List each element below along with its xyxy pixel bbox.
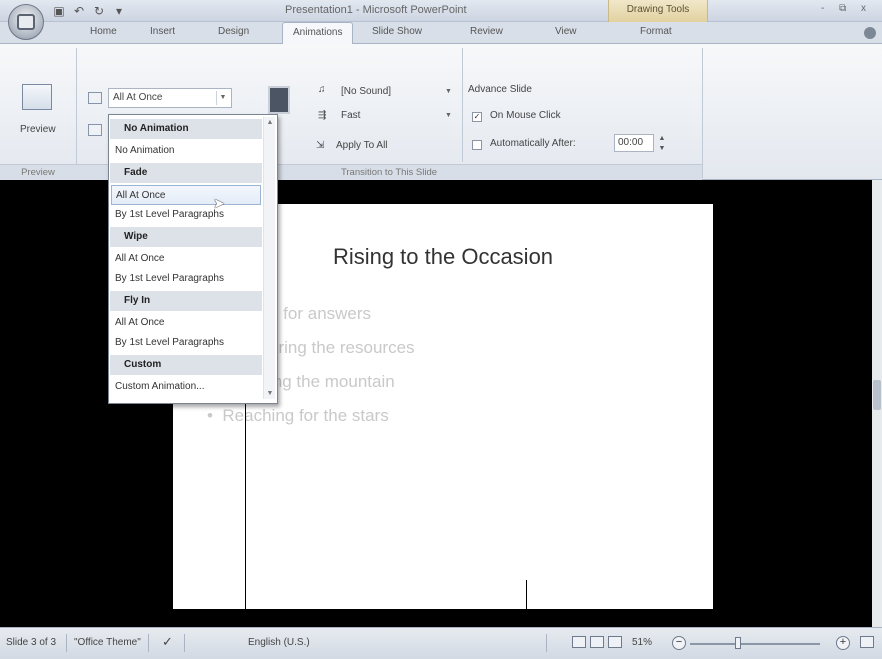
save-icon[interactable]: ▣ <box>52 4 66 18</box>
theme-name: "Office Theme" <box>74 637 141 648</box>
dropdown-option[interactable]: By 1st Level Paragraphs <box>111 333 261 353</box>
sound-icon: ♫ <box>318 84 326 95</box>
scroll-down-icon[interactable]: ▼ <box>264 390 276 397</box>
zoom-slider[interactable] <box>690 643 820 645</box>
zoom-level[interactable]: 51% <box>632 637 652 648</box>
window-title: Presentation1 - Microsoft PowerPoint <box>285 4 467 16</box>
animate-dropdown-list[interactable]: No Animation No Animation Fade All At On… <box>108 114 278 404</box>
speed-combo[interactable]: Fast ▼ <box>336 106 458 126</box>
tab-review[interactable]: Review <box>470 26 503 37</box>
bullet-dot-icon: • <box>207 406 223 425</box>
scroll-up-icon[interactable]: ▲ <box>264 119 276 126</box>
status-divider <box>184 634 185 652</box>
dropdown-option[interactable]: All At Once <box>111 313 261 333</box>
slide-bullet[interactable]: • Reaching for the stars <box>207 406 389 426</box>
tab-format[interactable]: Format <box>640 26 672 37</box>
chevron-down-icon[interactable]: ▼ <box>216 91 229 105</box>
transition-thumbnail-icon[interactable] <box>268 86 290 114</box>
drawing-tools-context-label: Drawing Tools <box>608 0 708 22</box>
zoom-slider-thumb[interactable] <box>735 637 741 649</box>
tab-design[interactable]: Design <box>218 26 249 37</box>
normal-view-icon[interactable] <box>572 636 586 648</box>
language-label[interactable]: English (U.S.) <box>248 637 310 648</box>
scroll-thumb[interactable] <box>873 380 881 410</box>
zoom-in-icon[interactable]: + <box>836 636 850 650</box>
dropdown-header: Fly In <box>110 291 262 311</box>
callout-line <box>245 404 246 659</box>
auto-time-value: 00:00 <box>618 137 644 148</box>
speed-value: Fast <box>341 110 361 121</box>
dropdown-option[interactable]: By 1st Level Paragraphs <box>111 269 261 289</box>
slide-sorter-view-icon[interactable] <box>590 636 604 648</box>
tab-animations[interactable]: Animations <box>282 22 354 44</box>
status-divider <box>148 634 149 652</box>
animate-combo[interactable]: All At Once ▼ <box>108 88 232 108</box>
custom-animation-icon[interactable] <box>88 124 102 136</box>
spellcheck-icon[interactable]: ✓ <box>162 634 173 650</box>
chevron-down-icon[interactable]: ▼ <box>442 109 455 123</box>
slide-bullet[interactable]: ing the mountain <box>269 372 395 392</box>
auto-time-input[interactable]: 00:00 <box>614 134 654 152</box>
redo-icon[interactable]: ↻ <box>92 4 106 18</box>
office-button[interactable] <box>8 4 44 40</box>
sound-combo[interactable]: [No Sound] ▼ <box>336 82 458 102</box>
tab-view[interactable]: View <box>555 26 577 37</box>
dropdown-option[interactable]: All At Once <box>111 185 261 205</box>
undo-icon[interactable]: ↶ <box>72 4 86 18</box>
animate-icon <box>88 92 102 104</box>
tab-insert[interactable]: Insert <box>150 26 175 37</box>
help-icon[interactable] <box>864 27 876 39</box>
dropdown-option[interactable]: All At Once <box>111 249 261 269</box>
slide-show-view-icon[interactable] <box>608 636 622 648</box>
dropdown-option[interactable]: Custom Animation... <box>111 377 261 397</box>
zoom-out-icon[interactable]: − <box>672 636 686 650</box>
dropdown-header: Custom <box>110 355 262 375</box>
tab-slide-show[interactable]: Slide Show <box>372 26 422 37</box>
apply-to-all-button[interactable]: Apply To All <box>336 140 388 151</box>
office-logo-icon <box>17 14 35 30</box>
mouse-cursor-icon: ➤ <box>213 195 225 211</box>
status-divider <box>66 634 67 652</box>
status-divider <box>546 634 547 652</box>
slide-bullet-text: Reaching for the stars <box>222 406 389 425</box>
sound-value: [No Sound] <box>341 86 392 97</box>
on-mouse-click-checkbox[interactable]: ✓ <box>472 112 482 122</box>
vertical-scrollbar[interactable] <box>872 180 882 627</box>
group-divider <box>76 48 77 178</box>
dropdown-option[interactable]: By 1st Level Paragraphs <box>111 205 261 225</box>
group-divider <box>702 48 703 178</box>
slide-bullet[interactable]: ering the resources <box>269 338 415 358</box>
on-mouse-click-label: On Mouse Click <box>490 110 561 121</box>
preview-group-label: Preview <box>0 164 76 180</box>
preview-icon[interactable] <box>22 84 52 110</box>
ribbon-tabs: Home Insert Design Animations Slide Show… <box>0 22 882 44</box>
dropdown-option[interactable]: No Animation <box>111 141 261 161</box>
window-controls[interactable]: - ⧉ x <box>821 3 872 14</box>
apply-to-all-icon: ⇲ <box>316 140 325 151</box>
automatically-after-checkbox[interactable] <box>472 140 482 150</box>
status-bar: Slide 3 of 3 "Office Theme" ✓ English (U… <box>0 627 882 659</box>
slide-bullet[interactable]: h for answers <box>269 304 371 324</box>
advance-slide-label: Advance Slide <box>468 84 532 95</box>
dropdown-header: Fade <box>110 163 262 183</box>
preview-button[interactable]: Preview <box>20 124 56 135</box>
chevron-down-icon[interactable]: ▼ <box>442 85 455 99</box>
qat-dropdown-icon[interactable]: ▾ <box>112 4 126 18</box>
automatically-after-label: Automatically After: <box>490 138 576 149</box>
dropdown-header: Wipe <box>110 227 262 247</box>
group-divider <box>462 48 463 162</box>
fit-to-window-icon[interactable] <box>860 636 874 648</box>
speed-icon: ⇶ <box>318 110 327 121</box>
dropdown-scrollbar[interactable]: ▲ ▼ <box>263 117 275 399</box>
title-bar: ▣ ↶ ↻ ▾ Presentation1 - Microsoft PowerP… <box>0 0 882 22</box>
animate-combo-value: All At Once <box>113 92 163 103</box>
auto-time-spinner[interactable]: ▲ ▼ <box>656 134 668 154</box>
slide-counter: Slide 3 of 3 <box>6 637 57 648</box>
dropdown-header: No Animation <box>110 119 262 139</box>
tab-home[interactable]: Home <box>90 26 117 37</box>
